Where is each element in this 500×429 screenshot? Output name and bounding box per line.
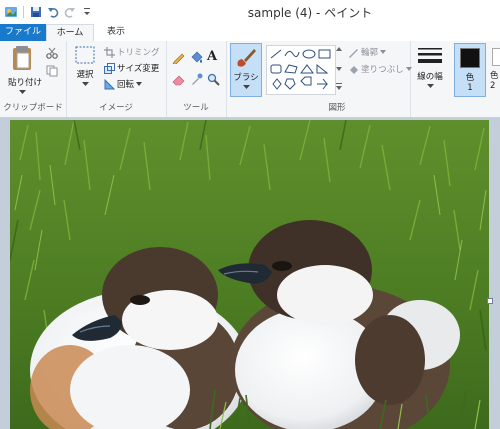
ribbon: 貼り付け クリップボード 選択 トリミング サイズ変更 回転 イメージ A ツー… xyxy=(0,41,500,118)
brush-icon xyxy=(237,49,256,67)
crop-label: トリミング xyxy=(117,48,160,58)
color1-label: 色 xyxy=(465,73,475,83)
title-bar: sample (4) - ペイント xyxy=(0,0,500,24)
color1-button[interactable]: 色 1 xyxy=(454,43,486,97)
resize-icon xyxy=(104,62,115,74)
outline-label: 輪郭 xyxy=(361,48,379,58)
line-width-button[interactable]: 線の幅 xyxy=(412,45,448,92)
window-title: sample (4) - ペイント xyxy=(247,6,373,20)
crop-button[interactable]: トリミング xyxy=(104,46,160,58)
rotate-label: 回転 xyxy=(117,80,135,90)
image-group-label: イメージ xyxy=(99,103,133,113)
clipboard-icon xyxy=(13,46,31,70)
chevron-down-icon xyxy=(426,84,434,88)
brush-label: ブラシ xyxy=(233,73,259,83)
pencil-icon[interactable] xyxy=(172,51,185,67)
copy-icon[interactable] xyxy=(46,65,58,80)
select-button[interactable]: 選択 xyxy=(72,45,98,90)
crop-icon xyxy=(104,46,115,58)
line-width-icon xyxy=(418,48,442,63)
tools-group-label: ツール xyxy=(183,103,209,113)
shapes-group-label: 図形 xyxy=(328,103,346,113)
tab-file[interactable]: ファイル xyxy=(0,24,46,41)
ribbon-tabs: ファイル ホーム 表示 xyxy=(0,24,500,42)
color1-number: 1 xyxy=(467,83,473,93)
outline-icon xyxy=(349,48,358,58)
resize-button[interactable]: サイズ変更 xyxy=(104,62,159,74)
magnifier-icon[interactable] xyxy=(207,73,220,89)
tools-group: A ツール xyxy=(166,41,227,117)
chevron-down-icon xyxy=(405,67,412,71)
paste-button[interactable]: 貼り付け xyxy=(8,45,43,98)
canvas-resize-handle[interactable] xyxy=(487,298,493,304)
color2-number: 2 xyxy=(490,81,496,91)
selection-icon xyxy=(75,46,95,64)
tab-view[interactable]: 表示 xyxy=(96,24,136,41)
rotate-button[interactable]: 回転 xyxy=(104,78,143,90)
resize-label: サイズ変更 xyxy=(117,64,160,74)
chevron-down-icon xyxy=(136,82,143,86)
color1-swatch xyxy=(460,48,480,68)
eraser-icon[interactable] xyxy=(172,73,185,89)
color2-swatch xyxy=(492,48,500,66)
fill-label: 塗りつぶし xyxy=(361,65,404,75)
line-width-label: 線の幅 xyxy=(417,72,443,82)
brush-button[interactable]: ブラシ xyxy=(230,43,262,97)
paste-label: 貼り付け xyxy=(8,78,43,88)
clipboard-group: 貼り付け クリップボード xyxy=(0,41,67,117)
canvas-image[interactable] xyxy=(10,120,489,429)
chevron-down-icon xyxy=(242,85,250,89)
chevron-down-icon xyxy=(81,82,89,86)
chevron-down-icon xyxy=(380,50,387,54)
ducklings-photo xyxy=(10,120,489,429)
shapes-gallery[interactable] xyxy=(266,45,336,95)
select-label: 選択 xyxy=(76,70,94,80)
tab-home[interactable]: ホーム xyxy=(46,24,94,42)
color2-button[interactable]: 色 2 xyxy=(490,43,500,95)
chevron-down-icon xyxy=(18,90,26,94)
color-picker-icon[interactable] xyxy=(190,73,203,89)
fill-bucket-icon[interactable] xyxy=(190,51,203,67)
color2-label: 色 xyxy=(490,71,499,81)
shape-icons xyxy=(270,49,331,90)
fill-button[interactable]: 塗りつぶし xyxy=(348,63,412,75)
outline-button[interactable]: 輪郭 xyxy=(348,46,387,58)
rotate-icon xyxy=(104,78,115,89)
text-tool-icon[interactable]: A xyxy=(207,49,217,64)
shapes-scroll[interactable] xyxy=(335,45,343,93)
fill-icon xyxy=(350,65,358,74)
shapes-group: 輪郭 塗りつぶし 図形 xyxy=(264,41,412,117)
image-group: 選択 トリミング サイズ変更 回転 イメージ xyxy=(66,41,167,117)
clipboard-group-label: クリップボード xyxy=(3,103,63,113)
cut-icon[interactable] xyxy=(46,47,58,62)
